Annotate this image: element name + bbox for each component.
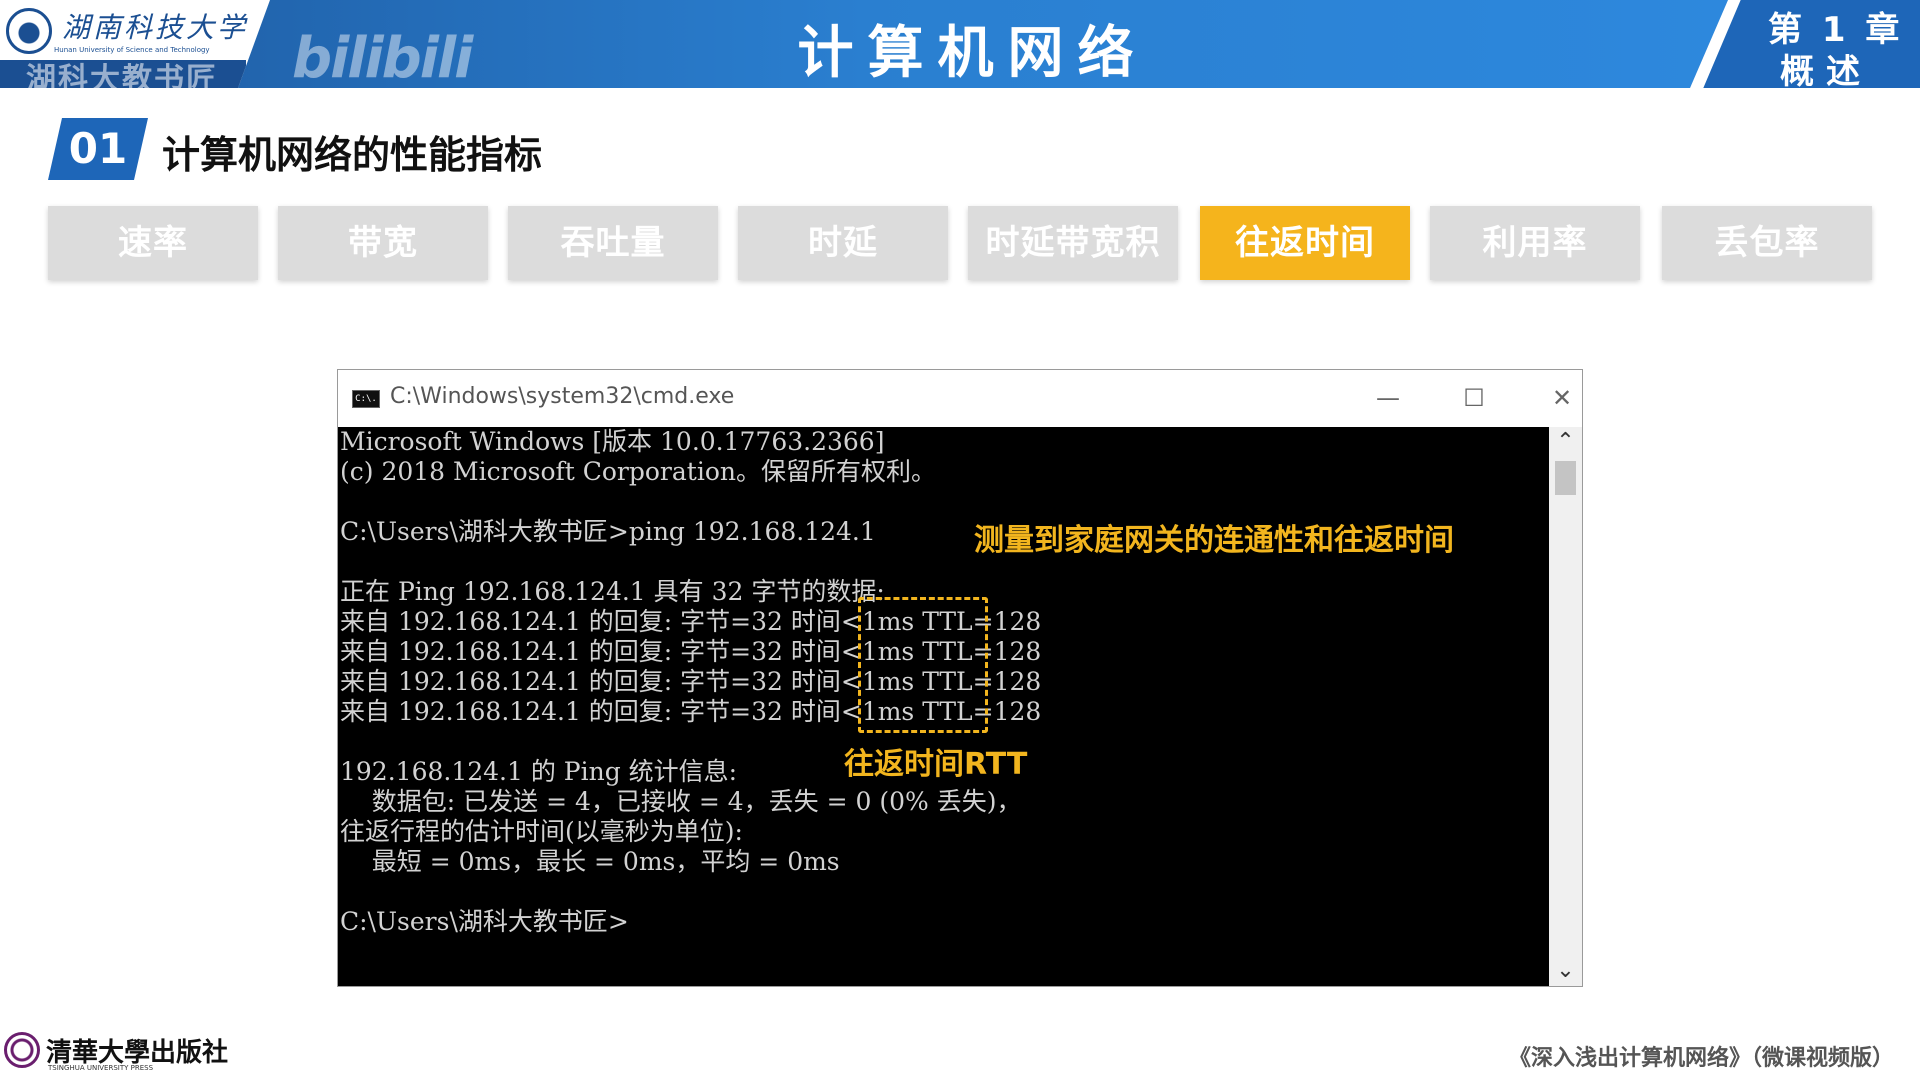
maximize-button[interactable]: ☐ [1444,378,1504,418]
console-line: C:\Users\湖科大教书匠>ping 192.168.124.1 [340,517,876,546]
course-title: 计算机网络 [797,21,1148,86]
console-line: 正在 Ping 192.168.124.1 具有 32 字节的数据: [340,577,885,606]
cmd-titlebar[interactable]: C:\. C:\Windows\system32\cmd.exe — ☐ ✕ [338,370,1582,427]
cmd-window: C:\. C:\Windows\system32\cmd.exe — ☐ ✕ M… [337,369,1583,987]
console-line: 往返行程的估计时间(以毫秒为单位): [340,817,743,846]
publisher-seal-icon [4,1032,40,1068]
close-button[interactable]: ✕ [1532,378,1592,418]
console-line: C:\Users\湖科大教书匠> [340,907,629,936]
tab-packet-loss-rate[interactable]: 丢包率 [1662,206,1872,280]
tab-delay[interactable]: 时延 [738,206,948,280]
tab-round-trip-time[interactable]: 往返时间 [1200,206,1410,280]
console-line: 最短 = 0ms，最长 = 0ms，平均 = 0ms [340,847,840,876]
annotation-connectivity: 测量到家庭网关的连通性和往返时间 [974,523,1454,558]
metric-tabs: 速率 带宽 吞吐量 时延 时延带宽积 往返时间 利用率 丢包率 [48,206,1872,280]
rtt-highlight-box [858,597,988,733]
annotation-rtt: 往返时间RTT [844,747,1028,782]
publisher-name-en: TSINGHUA UNIVERSITY PRESS [48,1064,154,1072]
tab-rate[interactable]: 速率 [48,206,258,280]
console-line: (c) 2018 Microsoft Corporation。保留所有权利。 [340,457,936,486]
tab-utilization[interactable]: 利用率 [1430,206,1640,280]
tab-bandwidth[interactable]: 带宽 [278,206,488,280]
scroll-down-icon[interactable]: ⌄ [1549,956,1582,986]
minimize-button[interactable]: — [1358,378,1418,418]
tab-throughput[interactable]: 吞吐量 [508,206,718,280]
cmd-icon: C:\. [352,390,380,408]
console-line: Microsoft Windows [版本 10.0.17763.2366] [340,427,885,456]
cmd-window-title: C:\Windows\system32\cmd.exe [390,384,735,409]
section-title: 计算机网络的性能指标 [162,133,543,177]
header-band: 湖南科技大学 Hunan University of Science and T… [0,0,1920,97]
chapter-name: 概述 [1780,52,1872,92]
console-line: 数据包: 已发送 = 4，已接收 = 4，丢失 = 0 (0% 丢失)， [340,787,1022,816]
book-title: 《深入浅出计算机网络》（微课视频版） [1508,1046,1894,1071]
vertical-scrollbar[interactable]: ⌃ ⌄ [1549,427,1582,986]
console-output[interactable]: Microsoft Windows [版本 10.0.17763.2366] (… [338,427,1549,986]
tab-delay-bandwidth-product[interactable]: 时延带宽积 [968,206,1178,280]
scroll-up-icon[interactable]: ⌃ [1549,427,1582,457]
scroll-thumb[interactable] [1555,461,1576,495]
console-line: 192.168.124.1 的 Ping 统计信息: [340,757,738,786]
section-number: 01 [48,118,148,180]
